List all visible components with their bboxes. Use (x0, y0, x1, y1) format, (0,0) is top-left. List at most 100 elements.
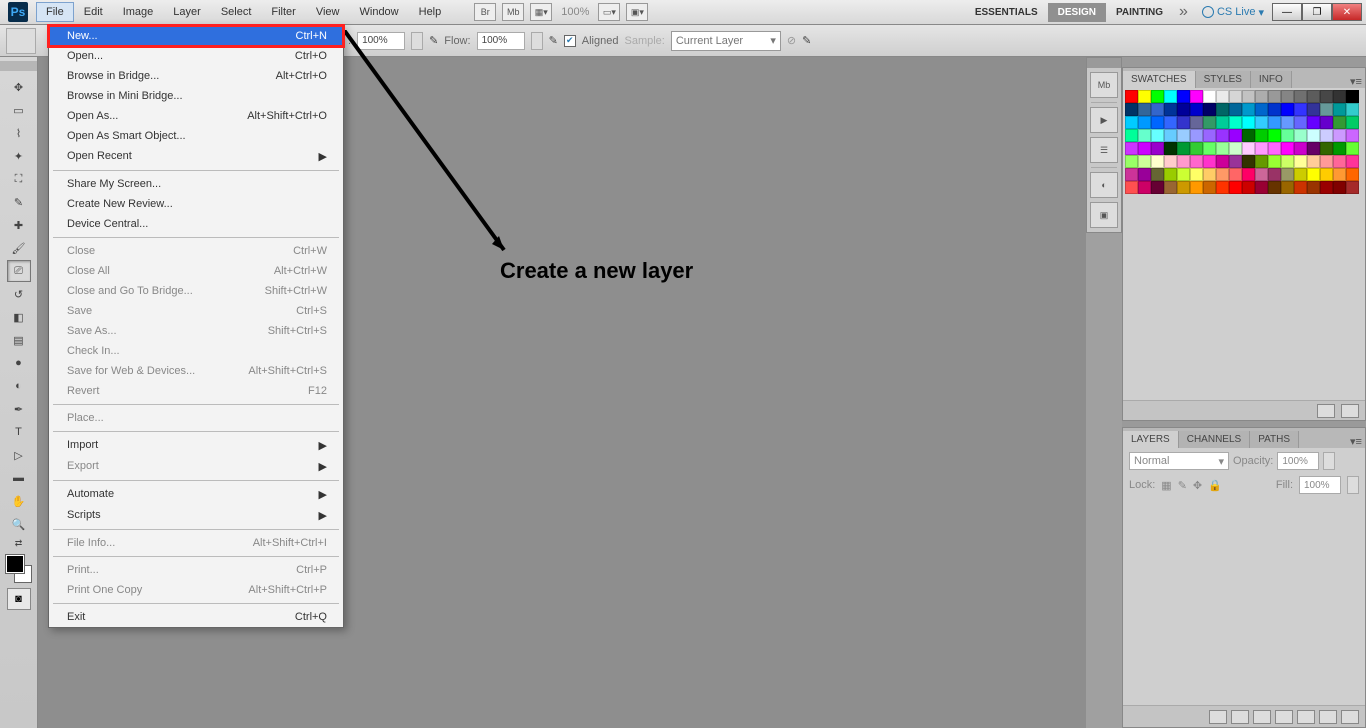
flow-input[interactable]: 100% (477, 32, 525, 50)
swatch[interactable] (1268, 168, 1281, 181)
swatch[interactable] (1281, 181, 1294, 194)
swatch[interactable] (1203, 90, 1216, 103)
file-menu-item[interactable]: Close AllAlt+Ctrl+W (49, 261, 343, 281)
menu-filter[interactable]: Filter (261, 2, 305, 22)
tab-info[interactable]: INFO (1251, 71, 1292, 88)
swatch[interactable] (1216, 142, 1229, 155)
swatch[interactable] (1164, 103, 1177, 116)
delete-layer-button[interactable] (1341, 710, 1359, 724)
bridge-icon[interactable]: Br (474, 3, 496, 21)
layer-opacity-slider[interactable] (1323, 452, 1335, 470)
window-close[interactable]: ✕ (1332, 3, 1362, 21)
ignore-adjustment-icon[interactable]: ⊘ (787, 34, 796, 47)
swatch[interactable] (1203, 103, 1216, 116)
file-menu-item[interactable]: Print...Ctrl+P (49, 560, 343, 580)
swatch[interactable] (1346, 168, 1359, 181)
swatch[interactable] (1229, 90, 1242, 103)
file-menu-item[interactable]: CloseCtrl+W (49, 241, 343, 261)
swatch[interactable] (1281, 103, 1294, 116)
window-minimize[interactable]: — (1272, 3, 1302, 21)
swatch[interactable] (1320, 181, 1333, 194)
file-menu-item[interactable]: Open As...Alt+Shift+Ctrl+O (49, 106, 343, 126)
menu-file[interactable]: File (36, 2, 74, 22)
file-menu-item[interactable]: New...Ctrl+N (49, 26, 343, 46)
swatch[interactable] (1190, 103, 1203, 116)
file-menu-item[interactable]: ExitCtrl+Q (49, 607, 343, 627)
swatch[interactable] (1242, 116, 1255, 129)
file-menu-item[interactable]: RevertF12 (49, 381, 343, 401)
swatch[interactable] (1177, 90, 1190, 103)
file-menu-item[interactable]: Save As...Shift+Ctrl+S (49, 321, 343, 341)
swatch[interactable] (1216, 129, 1229, 142)
eraser-tool[interactable]: ◧ (7, 306, 31, 328)
fg-bg-colors[interactable] (6, 555, 32, 583)
path-tool[interactable]: ▷ (7, 444, 31, 466)
lock-pixels-icon[interactable]: ✎ (1178, 479, 1187, 492)
swatch[interactable] (1255, 181, 1268, 194)
delete-swatch-button[interactable] (1341, 404, 1359, 418)
sample-select[interactable]: Current Layer▾ (671, 31, 781, 51)
swatch[interactable] (1203, 129, 1216, 142)
lock-all-icon[interactable]: 🔒 (1208, 479, 1222, 492)
airbrush-icon[interactable]: ✎ (549, 34, 558, 47)
swatch[interactable] (1203, 116, 1216, 129)
layer-mask-button[interactable] (1253, 710, 1271, 724)
quickselect-tool[interactable]: ✦ (7, 145, 31, 167)
blend-mode-select[interactable]: Normal▾ (1129, 452, 1229, 470)
swatch[interactable] (1190, 116, 1203, 129)
swatch[interactable] (1125, 181, 1138, 194)
swatch[interactable] (1320, 155, 1333, 168)
workspace-more[interactable]: » (1173, 3, 1194, 21)
swatch[interactable] (1346, 116, 1359, 129)
swatch[interactable] (1255, 90, 1268, 103)
swatch[interactable] (1281, 129, 1294, 142)
layers-menu-icon[interactable]: ▾≡ (1347, 435, 1365, 448)
swatch[interactable] (1151, 155, 1164, 168)
lock-transparency-icon[interactable]: ▦ (1161, 479, 1171, 492)
swatch[interactable] (1307, 155, 1320, 168)
swatch[interactable] (1125, 142, 1138, 155)
menu-window[interactable]: Window (350, 2, 409, 22)
workspace-essentials[interactable]: ESSENTIALS (965, 3, 1048, 22)
swatch[interactable] (1346, 181, 1359, 194)
minibridge-panel-icon[interactable]: Mb (1090, 72, 1118, 98)
swatch[interactable] (1138, 103, 1151, 116)
swatch[interactable] (1320, 103, 1333, 116)
panel-grip[interactable] (1122, 57, 1366, 67)
swatch[interactable] (1294, 90, 1307, 103)
swatch[interactable] (1125, 90, 1138, 103)
swatch[interactable] (1333, 129, 1346, 142)
swatch[interactable] (1346, 103, 1359, 116)
swatch[interactable] (1255, 116, 1268, 129)
swatch[interactable] (1164, 90, 1177, 103)
swatch[interactable] (1138, 155, 1151, 168)
arrange-icon[interactable]: ▭▾ (598, 3, 620, 21)
file-menu-item[interactable]: Open Recent▶ (49, 146, 343, 167)
swatch[interactable] (1333, 142, 1346, 155)
swatch[interactable] (1203, 181, 1216, 194)
swatch[interactable] (1138, 129, 1151, 142)
view-extras-icon[interactable]: ▦▾ (530, 3, 552, 21)
swatch[interactable] (1229, 103, 1242, 116)
opacity-slider[interactable] (411, 32, 423, 50)
opacity-input[interactable]: 100% (357, 32, 405, 50)
swatch[interactable] (1268, 142, 1281, 155)
swatch[interactable] (1281, 116, 1294, 129)
layers-list[interactable] (1123, 496, 1365, 705)
history-brush-tool[interactable]: ↺ (7, 283, 31, 305)
file-menu-item[interactable]: Print One CopyAlt+Shift+Ctrl+P (49, 580, 343, 600)
cslive-button[interactable]: CS Live▾ (1194, 6, 1272, 19)
file-menu-item[interactable]: Import▶ (49, 435, 343, 456)
swatch[interactable] (1125, 103, 1138, 116)
swatch[interactable] (1255, 168, 1268, 181)
swatch[interactable] (1177, 181, 1190, 194)
shape-tool[interactable]: ▬ (7, 467, 31, 489)
swatch[interactable] (1307, 90, 1320, 103)
swatch[interactable] (1294, 103, 1307, 116)
swatch[interactable] (1177, 103, 1190, 116)
menu-edit[interactable]: Edit (74, 2, 113, 22)
swatch[interactable] (1255, 155, 1268, 168)
swatch[interactable] (1229, 116, 1242, 129)
swatch[interactable] (1229, 155, 1242, 168)
layer-opacity-input[interactable]: 100% (1277, 452, 1319, 470)
